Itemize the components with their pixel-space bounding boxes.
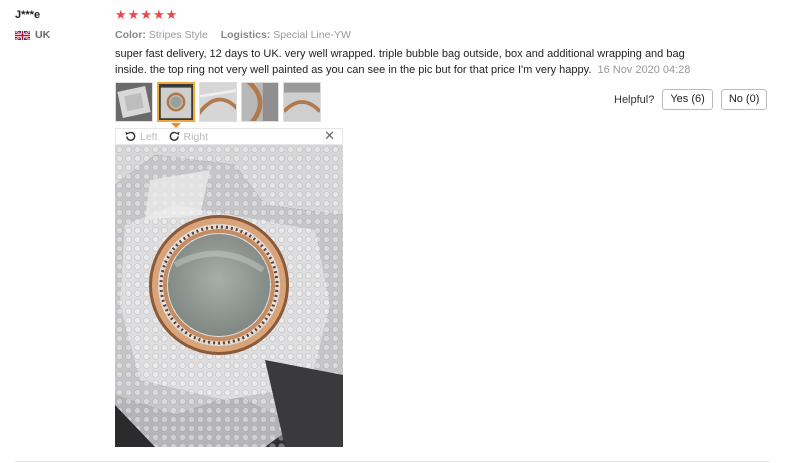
review-thumbnail-active[interactable] — [157, 82, 195, 122]
rotate-right-button[interactable]: Right — [168, 130, 209, 143]
star-icon: ★ — [127, 8, 140, 23]
review-photo-large[interactable] — [115, 145, 343, 447]
review-body: super fast delivery, 12 days to UK. very… — [115, 46, 705, 78]
rotate-right-label: Right — [183, 130, 209, 143]
reviewer-name: J***e — [15, 9, 41, 21]
rotate-left-icon — [125, 131, 136, 141]
review-thumbnail[interactable] — [283, 82, 321, 122]
star-icon: ★ — [115, 8, 127, 23]
review-divider — [15, 461, 770, 462]
reviewer-country: UK — [15, 29, 50, 41]
image-viewer-toolbar: Left Right ✕ — [115, 128, 343, 145]
review-thumbnails — [115, 82, 321, 122]
close-viewer-icon[interactable]: ✕ — [324, 129, 335, 144]
helpful-label: Helpful? — [614, 93, 655, 106]
rotate-left-button[interactable]: Left — [124, 130, 158, 143]
helpful-yes-button[interactable]: Yes (6) — [662, 89, 713, 110]
rating-stars: ★ ★ ★ ★ ★ — [115, 9, 177, 22]
review-thumbnail[interactable] — [115, 82, 153, 122]
review-thumbnail[interactable] — [241, 82, 279, 122]
review-date: 16 Nov 2020 04:28 — [597, 64, 691, 76]
rotate-right-icon — [169, 131, 179, 141]
uk-flag-icon — [15, 30, 30, 40]
review-thumbnail[interactable] — [199, 82, 237, 122]
helpful-no-button[interactable]: No (0) — [720, 89, 768, 110]
logistics-value: Special Line-YW — [273, 29, 351, 41]
review-photo-image — [115, 145, 343, 447]
review-meta: Color: Stripes Style Logistics: Special … — [115, 29, 351, 41]
helpful-section: Helpful? Yes (6) No (0) — [614, 89, 768, 110]
star-icon: ★ — [140, 8, 152, 23]
rotate-left-label: Left — [140, 130, 158, 143]
color-value: Stripes Style — [148, 29, 208, 41]
star-icon: ★ — [152, 8, 165, 23]
star-icon: ★ — [165, 8, 178, 23]
logistics-label: Logistics: — [220, 29, 271, 41]
color-label: Color: — [115, 29, 146, 41]
country-label: UK — [35, 29, 51, 41]
